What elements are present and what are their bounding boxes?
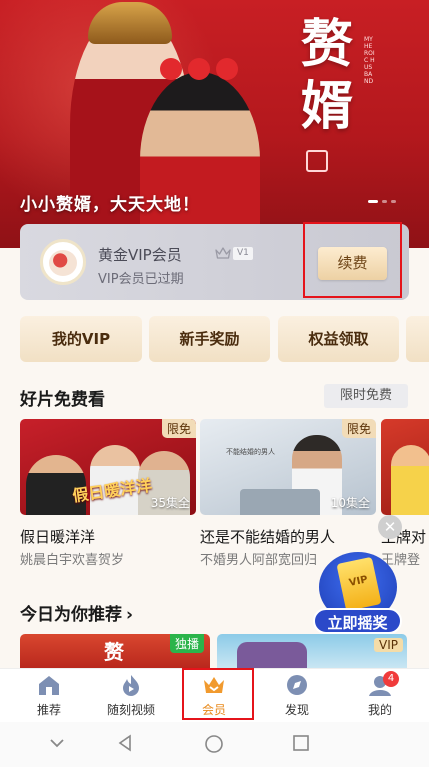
video-card-ace[interactable] <box>381 419 429 515</box>
carousel-dot[interactable] <box>368 200 378 203</box>
home-circle-icon[interactable] <box>204 734 224 758</box>
nav-random-video[interactable]: 随刻视频 <box>96 673 166 718</box>
carousel-dot[interactable] <box>391 200 396 203</box>
crown-icon <box>201 673 227 697</box>
nav-label: 随刻视频 <box>106 703 155 717</box>
renew-button[interactable]: 续费 <box>318 247 387 280</box>
poster-subtitle: MY HEROIC HUSBAND <box>364 36 375 85</box>
vip-level-badge: V1 <box>215 245 253 261</box>
card-poster-title: 不能结婚的男人 <box>226 448 275 456</box>
newbie-reward-button[interactable]: 新手奖励 <box>149 316 270 362</box>
seal-stamp-icon <box>306 150 328 172</box>
nav-label: 我的 <box>367 703 392 717</box>
recommend-section-title[interactable]: 今日为你推荐 › <box>20 600 133 625</box>
exclusive-tag-badge: 独播 <box>169 634 204 653</box>
vip-status-text: VIP会员已过期 <box>98 272 184 287</box>
vip-tag-badge: VIP <box>374 638 403 652</box>
free-tag-badge: 限免 <box>341 419 376 438</box>
close-icon[interactable]: ✕ <box>378 515 402 539</box>
limited-free-button[interactable]: 限时免费 <box>324 384 408 408</box>
home-icon <box>36 673 62 697</box>
card-subtitle: 不婚男人阿部宽回归 <box>200 553 318 568</box>
nav-discover[interactable]: 发现 <box>262 673 332 718</box>
vip-title: 黄金VIP会员 <box>98 246 182 264</box>
nav-label: 推荐 <box>36 703 61 717</box>
back-icon[interactable] <box>116 734 134 756</box>
vip-level-text: V1 <box>233 246 253 260</box>
lottery-label[interactable]: 立即摇奖 <box>313 608 402 634</box>
nav-member[interactable]: 会员 <box>179 673 249 718</box>
pompom-decoration <box>160 58 182 80</box>
episode-count: 35集全 <box>150 496 190 510</box>
card-subtitle: 姚晨白宇欢喜贺岁 <box>20 553 125 568</box>
flame-icon <box>118 673 144 697</box>
poster-title: 赘婿 <box>300 14 353 137</box>
video-card-holiday[interactable]: 假日暖洋洋 限免 35集全 <box>20 419 196 515</box>
nav-recommend[interactable]: 推荐 <box>14 673 84 718</box>
carousel-dot[interactable] <box>382 200 387 203</box>
carousel-dots[interactable] <box>368 200 396 203</box>
more-benefits-button[interactable] <box>406 316 429 362</box>
recommend-card[interactable]: 赘 独播 <box>20 634 210 668</box>
chevron-right-icon: › <box>126 605 134 625</box>
recommend-card[interactable]: VIP <box>217 634 407 668</box>
crown-icon <box>215 246 231 260</box>
pompom-decoration <box>188 58 210 80</box>
recent-apps-icon[interactable] <box>292 734 310 756</box>
card-title[interactable]: 假日暖洋洋 <box>20 526 95 547</box>
chevron-down-icon[interactable] <box>48 734 66 756</box>
app-screen: 赘婿 MY HEROIC HUSBAND 小小赘婿，大天大地！ 黄金VIP会员 … <box>0 0 429 767</box>
benefits-claim-button[interactable]: 权益领取 <box>278 316 399 362</box>
pompom-decoration <box>216 58 238 80</box>
card-character-image <box>237 642 307 668</box>
nav-profile[interactable]: 我的 4 <box>345 671 415 718</box>
lottery-floating-button[interactable]: VIP 立即摇奖 <box>313 552 402 638</box>
nav-label: 会员 <box>201 703 226 717</box>
recommend-title-text: 今日为你推荐 <box>20 605 122 625</box>
card-cast-image <box>391 445 429 515</box>
free-section-title: 好片免费看 <box>20 390 105 410</box>
bottom-navigation: 推荐 随刻视频 会员 发现 我的 4 <box>0 668 429 722</box>
banner-actor-image <box>140 58 260 248</box>
banner-caption: 小小赘婿，大天大地！ <box>20 195 200 215</box>
avatar[interactable] <box>40 239 86 285</box>
video-card-unmarried-man[interactable]: 不能结婚的男人 限免 10集全 <box>200 419 376 515</box>
card-poster-title: 赘 <box>104 640 124 664</box>
system-navigation-bar <box>0 722 429 767</box>
vip-membership-card[interactable]: 黄金VIP会员 V1 VIP会员已过期 续费 <box>20 224 409 300</box>
card-title[interactable]: 还是不能结婚的男人 <box>200 526 335 547</box>
episode-count: 10集全 <box>330 496 370 510</box>
card-scene-image <box>240 489 320 515</box>
hero-banner[interactable]: 赘婿 MY HEROIC HUSBAND 小小赘婿，大天大地！ <box>0 0 429 248</box>
nav-label: 发现 <box>284 703 309 717</box>
compass-icon <box>284 673 310 697</box>
free-tag-badge: 限免 <box>161 419 196 438</box>
notification-badge: 4 <box>383 671 399 687</box>
my-vip-button[interactable]: 我的VIP <box>20 316 142 362</box>
avatar-image <box>49 250 77 276</box>
